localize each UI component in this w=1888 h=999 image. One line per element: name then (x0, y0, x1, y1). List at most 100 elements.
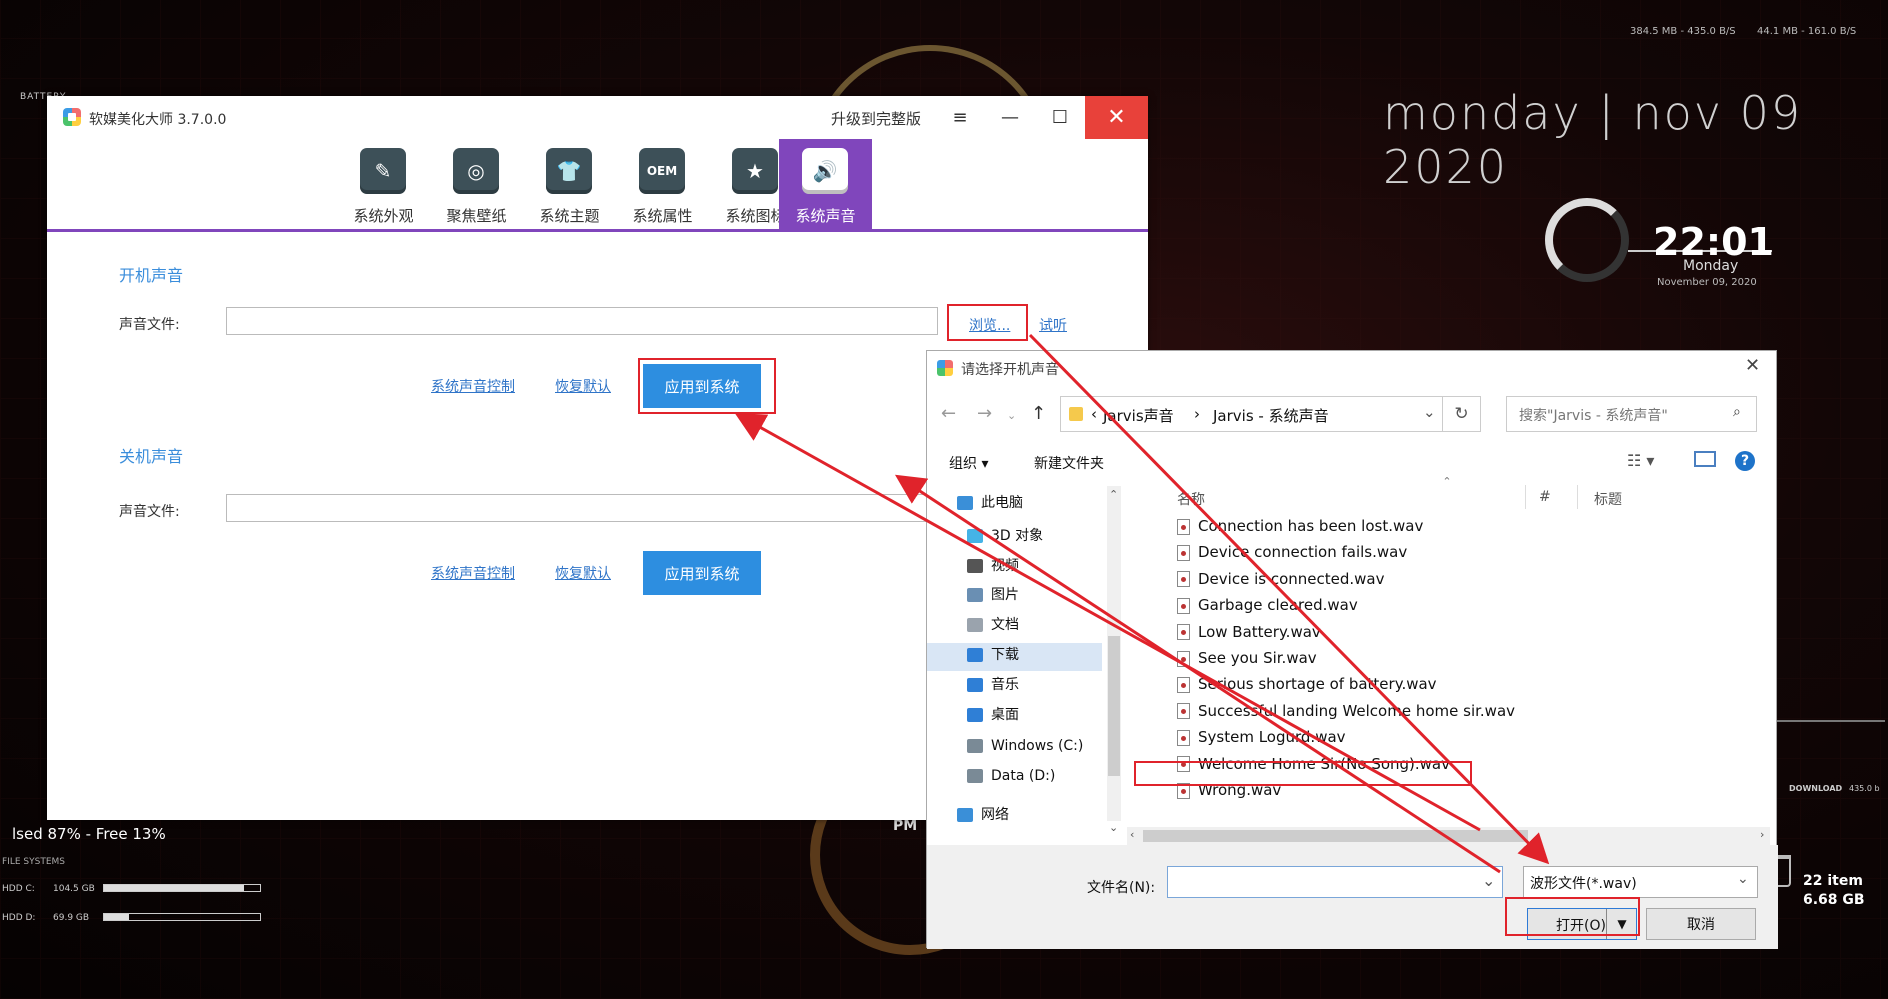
new-folder-button[interactable]: 新建文件夹 (1034, 453, 1104, 473)
shutdown-restore-default-link[interactable]: 恢复默认 (555, 563, 611, 583)
nav-item[interactable]: 下载 (967, 644, 1019, 666)
nav-item-label: 此电脑 (981, 495, 1023, 511)
startup-sound-title: 开机声音 (119, 266, 184, 285)
filename-label: 文件名(N): (1087, 880, 1156, 896)
nav-item[interactable]: 网络 (957, 804, 1009, 826)
nav-item[interactable]: 视频 (967, 555, 1019, 577)
close-button[interactable]: ✕ (1085, 96, 1148, 139)
file-list-item[interactable]: Device is connected.wav (1177, 566, 1384, 592)
address-bar[interactable]: ‹ Jarvis声音 › Jarvis - 系统声音 ⌄ (1060, 396, 1443, 432)
network-download-stat: 44.1 MB - 161.0 B/S (1757, 26, 1857, 37)
download-label: DOWNLOAD (1789, 784, 1843, 793)
shutdown-sound-control-link[interactable]: 系统声音控制 (431, 563, 515, 583)
clock-ring-icon (1545, 198, 1629, 282)
preview-link[interactable]: 试听 (1039, 315, 1067, 335)
up-arrow-icon[interactable]: ↑ (1031, 403, 1046, 424)
file-list-item[interactable]: Garbage cleared.wav (1177, 592, 1358, 618)
tab-system-sound[interactable]: 🔊 系统声音 (779, 139, 872, 229)
recent-chevron-icon[interactable]: ⌄ (1007, 409, 1016, 422)
nav-item[interactable]: Data (D:) (967, 765, 1055, 787)
desktop-icon (967, 708, 983, 722)
breadcrumb-item[interactable]: Jarvis声音 (1103, 405, 1174, 426)
nav-item[interactable]: 音乐 (967, 674, 1019, 696)
filename-dropdown-icon[interactable]: ⌄ (1482, 871, 1495, 890)
upgrade-link[interactable]: 升级到完整版 (831, 108, 921, 129)
tab-label: 系统主题 (539, 207, 600, 225)
file-name: System Logurd.wav (1198, 728, 1346, 747)
scroll-right-icon[interactable]: › (1760, 828, 1764, 841)
annotation-box-apply (638, 358, 776, 414)
view-options-icon[interactable]: ☷ ▾ (1627, 451, 1654, 470)
breadcrumb-separator-icon: › (1194, 405, 1200, 423)
nav-item[interactable]: 桌面 (967, 704, 1019, 726)
address-dropdown-icon[interactable]: ⌄ (1423, 403, 1436, 421)
wav-file-icon (1177, 571, 1190, 588)
shutdown-file-input[interactable] (226, 494, 938, 522)
filetype-select[interactable]: 波形文件(*.wav) ⌄ (1523, 866, 1758, 898)
file-list-item[interactable]: Connection has been lost.wav (1177, 513, 1423, 539)
picture-icon (967, 588, 983, 602)
column-header-name[interactable]: 名称 (1177, 489, 1205, 509)
preview-pane-icon[interactable] (1694, 451, 1716, 467)
tab-system-properties[interactable]: OEM 系统属性 (616, 139, 709, 229)
breadcrumb-item[interactable]: Jarvis - 系统声音 (1213, 405, 1329, 426)
nav-item[interactable]: Windows (C:) (967, 735, 1083, 757)
organize-menu[interactable]: 组织 ▾ (949, 453, 988, 473)
wav-file-icon (1177, 650, 1190, 667)
dialog-close-icon[interactable]: ✕ (1745, 355, 1760, 376)
file-list-item[interactable]: System Logurd.wav (1177, 724, 1346, 750)
forward-arrow-icon[interactable]: → (977, 403, 992, 424)
column-header-title[interactable]: 标题 (1594, 489, 1622, 509)
nav-item-label: Data (D:) (991, 768, 1056, 784)
app-titlebar[interactable]: 软媒美化大师 3.7.0.0 升级到完整版 ≡ — ☐ ✕ (47, 96, 1148, 139)
tab-system-appearance[interactable]: ✎ 系统外观 (337, 139, 430, 229)
startup-sound-control-link[interactable]: 系统声音控制 (431, 376, 515, 396)
nav-item[interactable]: 此电脑 (957, 492, 1023, 514)
back-arrow-icon[interactable]: ← (941, 403, 956, 424)
file-list-item[interactable]: Device connection fails.wav (1177, 539, 1407, 565)
app-title: 软媒美化大师 3.7.0.0 (89, 112, 227, 128)
dialog-title: 请选择开机声音 (961, 362, 1059, 378)
file-list-item[interactable]: Successful landing Welcome home sir.wav (1177, 698, 1515, 724)
nav-item[interactable]: 3D 对象 (967, 525, 1043, 547)
search-input[interactable]: 搜索"Jarvis - 系统声音" ⌕ (1506, 396, 1757, 432)
annotation-box-browse (947, 304, 1028, 341)
file-list-item[interactable]: See you Sir.wav (1177, 645, 1317, 671)
tab-focus-wallpaper[interactable]: ◎ 聚焦壁纸 (430, 139, 523, 229)
column-divider (1577, 485, 1578, 509)
brush-icon: ✎ (360, 148, 406, 194)
drive-d-icon (967, 769, 983, 783)
help-icon[interactable]: ? (1735, 451, 1755, 471)
file-list-item[interactable]: Serious shortage of battery.wav (1177, 671, 1437, 697)
nav-item-label: Windows (C:) (991, 738, 1084, 754)
scroll-left-icon[interactable]: ‹ (1130, 828, 1134, 841)
folder-icon (1069, 407, 1083, 421)
minimize-button[interactable]: — (985, 96, 1035, 139)
startup-restore-default-link[interactable]: 恢复默认 (555, 376, 611, 396)
shutdown-apply-button[interactable]: 应用到系统 (643, 551, 761, 595)
file-name: Connection has been lost.wav (1198, 517, 1424, 535)
file-list-item[interactable]: Low Battery.wav (1177, 619, 1321, 645)
startup-file-input[interactable] (226, 307, 938, 335)
file-name: Device connection fails.wav (1198, 543, 1408, 562)
tab-system-theme[interactable]: 👕 系统主题 (523, 139, 616, 229)
hdd-d-usage-fill (104, 914, 129, 920)
scroll-down-icon[interactable]: ⌄ (1109, 821, 1118, 834)
column-header-number[interactable]: # (1539, 489, 1551, 505)
sort-indicator-icon: ⌃ (1442, 475, 1452, 488)
tab-label: 聚焦壁纸 (446, 207, 507, 225)
horizontal-scrollbar-thumb[interactable] (1143, 830, 1528, 842)
nav-item[interactable]: 图片 (967, 584, 1019, 606)
clock-day: Monday (1683, 258, 1739, 274)
cancel-button[interactable]: 取消 (1646, 908, 1756, 940)
annotation-box-open (1505, 897, 1640, 936)
nav-scrollbar-thumb[interactable] (1108, 636, 1120, 776)
maximize-button[interactable]: ☐ (1035, 96, 1085, 139)
menu-button[interactable]: ≡ (935, 96, 985, 139)
refresh-icon[interactable]: ↻ (1443, 396, 1481, 432)
nav-item-label: 3D 对象 (991, 528, 1044, 544)
desktop-date: monday | nov 09 2020 (1383, 86, 1803, 194)
filename-input[interactable]: ⌄ (1167, 866, 1503, 898)
nav-item[interactable]: 文档 (967, 614, 1019, 636)
scroll-up-icon[interactable]: ⌃ (1109, 488, 1118, 501)
